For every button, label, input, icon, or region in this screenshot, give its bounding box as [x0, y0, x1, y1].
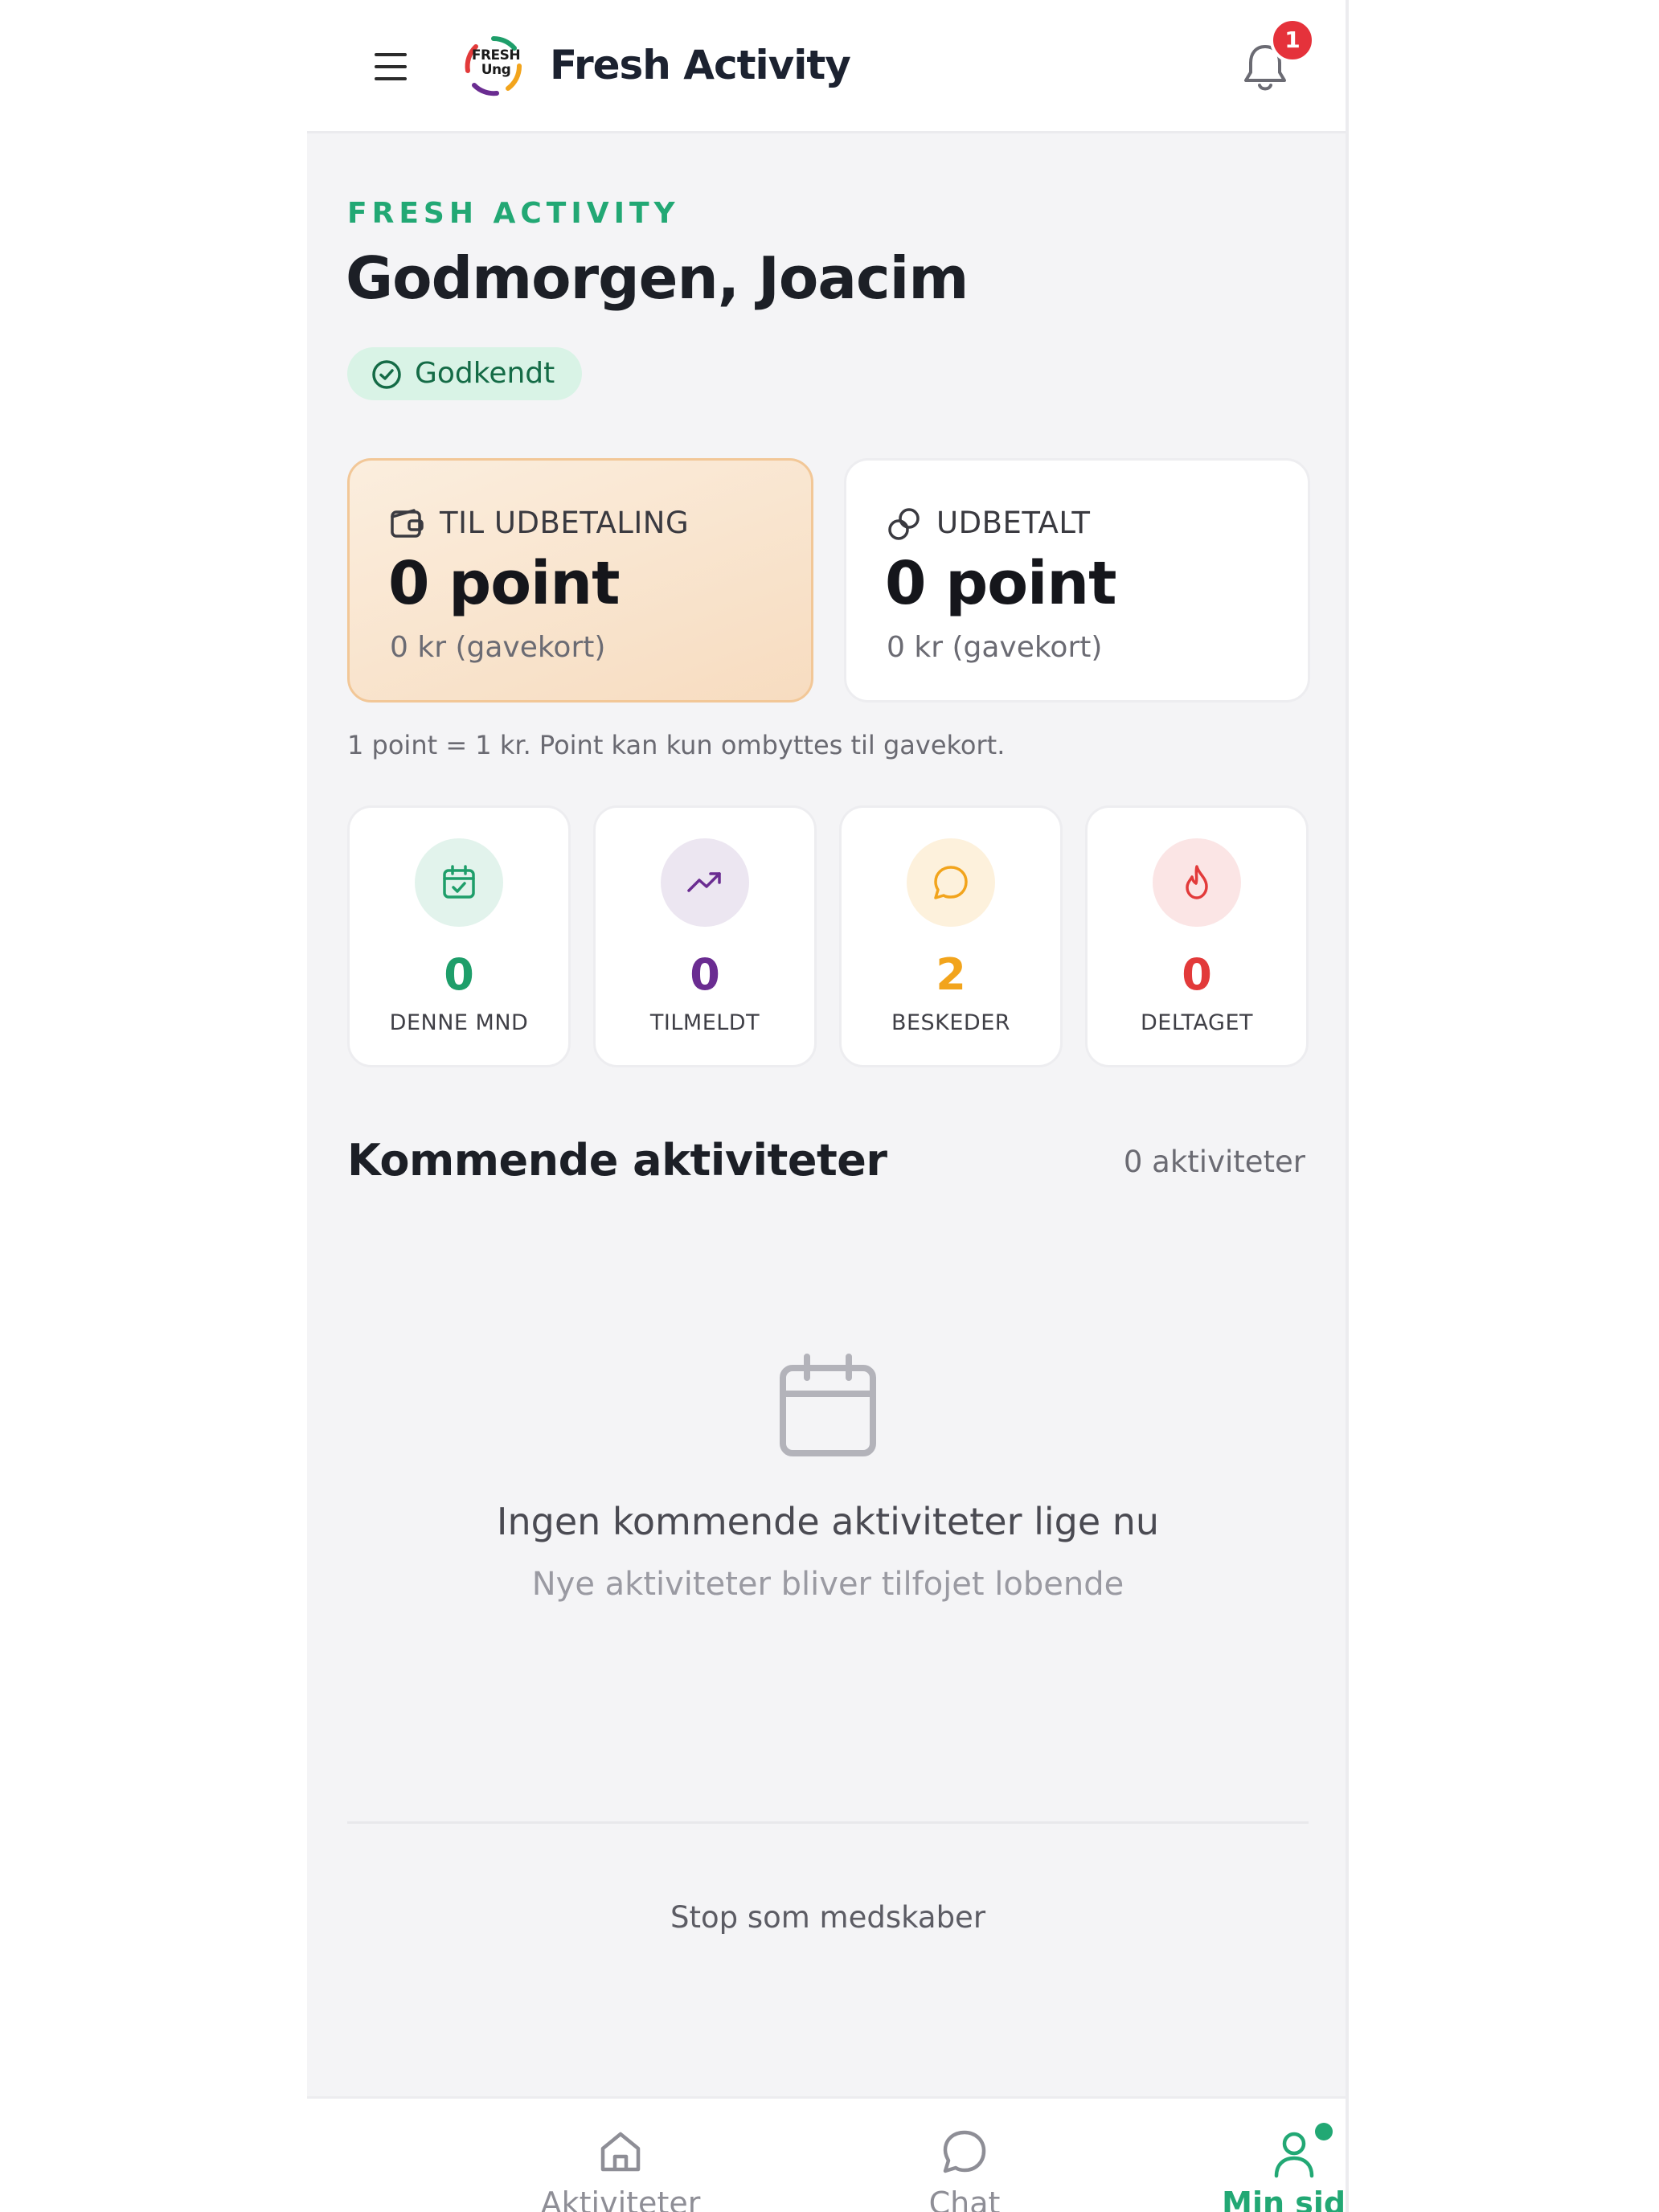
trending-up-icon — [687, 872, 721, 892]
nav-label: Chat — [928, 2185, 1001, 2212]
active-indicator-dot — [1315, 2123, 1333, 2140]
hamburger-menu-icon[interactable] — [375, 53, 407, 80]
calendar-check-icon — [443, 865, 475, 899]
app-screen: FRESH Ung Fresh Activity 1 FRESH ACTIVIT… — [307, 0, 1349, 2212]
stat-card-signed-up[interactable]: 0 TILMELDT — [593, 805, 817, 1067]
stat-label: BESKEDER — [891, 1010, 1011, 1035]
nav-label: Min side — [1222, 2185, 1346, 2212]
flame-icon — [1186, 865, 1208, 899]
nav-tab-my-page[interactable]: Min side — [1174, 2099, 1346, 2212]
pending-points: 0 point — [388, 549, 620, 618]
top-bar: FRESH Ung Fresh Activity 1 — [307, 0, 1346, 133]
stat-icon-circle — [661, 838, 749, 927]
home-icon — [600, 2132, 641, 2172]
stat-label: DENNE MND — [389, 1010, 529, 1035]
app-title: Fresh Activity — [550, 42, 851, 88]
nav-tab-chat[interactable]: Chat — [844, 2099, 1085, 2212]
user-icon — [1274, 2132, 1314, 2178]
points-note: 1 point = 1 kr. Point kan kun ombyttes t… — [347, 730, 1006, 760]
coins-icon — [888, 508, 920, 540]
stat-label: TILMELDT — [649, 1010, 760, 1035]
approval-status-badge: Godkendt — [347, 347, 583, 400]
upcoming-heading: Kommende aktiviteter — [347, 1135, 887, 1186]
stat-label: DELTAGET — [1140, 1010, 1254, 1035]
stat-card-this-month[interactable]: 0 DENNE MND — [347, 805, 571, 1067]
calendar-icon — [780, 1354, 876, 1456]
stat-icon-circle — [415, 838, 503, 927]
stat-value: 0 — [444, 949, 474, 1000]
stat-card-messages[interactable]: 2 BESKEDER — [839, 805, 1063, 1067]
pending-label: TIL UDBETALING — [440, 506, 690, 540]
status-text: Godkendt — [415, 357, 555, 390]
stat-value: 0 — [1182, 949, 1212, 1000]
empty-state-subtitle: Nye aktiviteter bliver tilfojet lobende — [531, 1566, 1124, 1603]
logo-line-2: Ung — [481, 62, 511, 78]
logo-line-1: FRESH — [471, 47, 521, 63]
logo-wordmark: FRESH Ung — [468, 48, 524, 77]
stat-icon-circle — [907, 838, 995, 927]
stat-value: 2 — [936, 949, 966, 1000]
nav-label: Aktiviteter — [540, 2185, 701, 2212]
greeting-heading: Godmorgen, Joacim — [346, 244, 969, 312]
stat-card-participated[interactable]: 0 DELTAGET — [1085, 805, 1309, 1067]
paid-out-card[interactable]: UDBETALT 0 point 0 kr (gavekort) — [844, 458, 1310, 703]
empty-state-title: Ingen kommende aktiviteter lige nu — [496, 1500, 1160, 1543]
stat-value: 0 — [690, 949, 720, 1000]
stat-icon-circle — [1153, 838, 1241, 927]
paid-points: 0 point — [885, 549, 1116, 618]
notification-badge: 1 — [1270, 18, 1315, 63]
divider — [347, 1821, 1309, 1824]
check-circle-icon — [372, 360, 401, 389]
chat-bubble-icon — [934, 866, 968, 899]
bottom-navigation: Aktiviteter Chat Min side — [307, 2096, 1346, 2212]
pending-payout-card[interactable]: TIL UDBETALING 0 point 0 kr (gavekort) — [347, 458, 813, 703]
upcoming-count: 0 aktiviteter — [1123, 1145, 1305, 1179]
section-eyebrow: FRESH ACTIVITY — [347, 197, 680, 230]
paid-label: UDBETALT — [936, 506, 1091, 540]
nav-tab-activities[interactable]: Aktiviteter — [500, 2099, 741, 2212]
chat-icon — [943, 2130, 986, 2173]
stop-as-cocreator-link[interactable]: Stop som medskaber — [307, 1900, 1346, 1935]
paid-kr: 0 kr (gavekort) — [887, 631, 1103, 664]
pending-kr: 0 kr (gavekort) — [390, 631, 606, 664]
wallet-icon — [391, 509, 424, 538]
